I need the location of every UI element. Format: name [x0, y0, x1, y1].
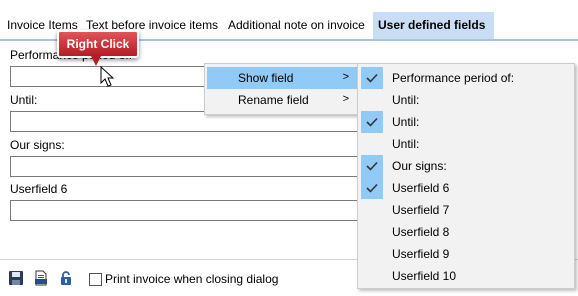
checkmark-icon	[361, 67, 383, 89]
submenu-item[interactable]: Userfield 8	[360, 221, 572, 243]
callout-tail	[90, 54, 102, 66]
field-label-userfield-6: Userfield 6	[10, 182, 68, 196]
mouse-pointer-icon	[100, 66, 115, 87]
menu-item-label: Rename field	[238, 93, 309, 107]
submenu-item-label: Performance period of:	[392, 71, 515, 85]
chevron-right-icon: >	[342, 71, 349, 83]
field-label-our-signs: Our signs:	[10, 138, 65, 152]
submenu-item-label: Our signs:	[392, 159, 447, 173]
submenu-item-label: Until:	[392, 115, 420, 129]
unlock-button[interactable]	[56, 268, 76, 288]
chevron-right-icon: >	[342, 93, 349, 105]
submenu-item-label: Userfield 10	[392, 269, 457, 283]
checkmark-icon	[361, 177, 383, 199]
our-signs-input[interactable]	[10, 156, 374, 177]
checkmark-icon	[361, 111, 383, 133]
submenu-item[interactable]: Userfield 6	[360, 177, 572, 199]
save-button[interactable]	[6, 268, 26, 288]
menu-item-rename-field[interactable]: Rename field >	[207, 89, 357, 111]
submenu-item[interactable]: Until:	[360, 89, 572, 111]
submenu-item[interactable]: Until:	[360, 133, 572, 155]
submenu-item[interactable]: Userfield 10	[360, 265, 572, 287]
print-on-close-label: Print invoice when closing dialog	[105, 272, 279, 286]
field-label-until: Until:	[10, 93, 38, 107]
submenu-item[interactable]: Performance period of:	[360, 67, 572, 89]
menu-item-label: Show field	[238, 71, 294, 85]
print-preview-icon	[35, 270, 47, 286]
userfield-6-input[interactable]	[10, 200, 374, 221]
submenu-item-label: Userfield 6	[392, 181, 450, 195]
submenu-item[interactable]: Our signs:	[360, 155, 572, 177]
print-on-close-checkbox[interactable]	[89, 273, 102, 286]
submenu-item[interactable]: Until:	[360, 111, 572, 133]
submenu-item-label: Until:	[392, 93, 420, 107]
tab-user-defined-fields[interactable]: User defined fields	[373, 12, 494, 39]
print-preview-button[interactable]	[31, 268, 51, 288]
save-icon	[9, 271, 23, 285]
checkmark-icon	[361, 155, 383, 177]
submenu-item-label: Userfield 7	[392, 203, 450, 217]
submenu-item[interactable]: Userfield 9	[360, 243, 572, 265]
menu-item-show-field[interactable]: Show field >	[207, 67, 357, 89]
submenu-item-label: Until:	[392, 137, 420, 151]
submenu-item-label: Userfield 8	[392, 225, 450, 239]
submenu-item[interactable]: Userfield 7	[360, 199, 572, 221]
unlock-icon	[61, 271, 71, 285]
tab-additional-note[interactable]: Additional note on invoice	[228, 12, 365, 39]
context-menu: Show field > Rename field >	[204, 63, 360, 115]
submenu-item-label: Userfield 9	[392, 247, 450, 261]
show-field-submenu: Performance period of: Until: Until: Unt…	[357, 63, 575, 289]
